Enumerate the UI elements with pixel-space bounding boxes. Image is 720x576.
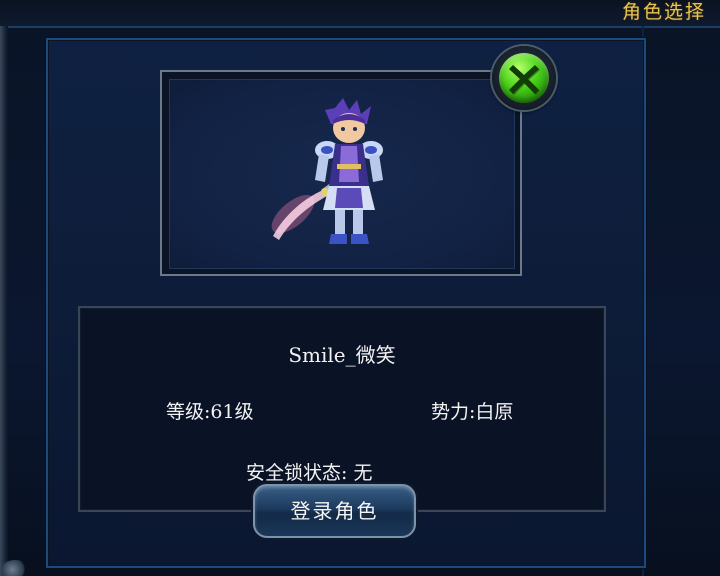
corner-ornament (2, 560, 28, 576)
close-button[interactable] (492, 46, 556, 110)
close-x-icon (499, 53, 549, 103)
character-portrait-frame (160, 70, 522, 276)
character-faction: 势力:白原 (431, 401, 514, 423)
character-name: Smile_微笑 (288, 343, 396, 367)
character-portrait-area (169, 79, 515, 269)
security-lock-status: 安全锁状态: 无 (246, 462, 373, 484)
login-character-button[interactable]: 登录角色 (253, 484, 416, 538)
character-sprite (271, 98, 383, 244)
login-character-label: 登录角色 (290, 499, 379, 523)
window-title: 角色选择 (621, 1, 706, 23)
left-frame-edge (0, 26, 8, 576)
title-bar: 角色选择 (0, 0, 720, 28)
character-level: 等级:61级 (166, 401, 254, 423)
character-select-screen: 角色选择 Smile_微笑 等级:61级 势力:白原 安全锁状态: 无 登录角色 (0, 0, 720, 576)
character-info-box: Smile_微笑 等级:61级 势力:白原 安全锁状态: 无 (78, 306, 606, 512)
